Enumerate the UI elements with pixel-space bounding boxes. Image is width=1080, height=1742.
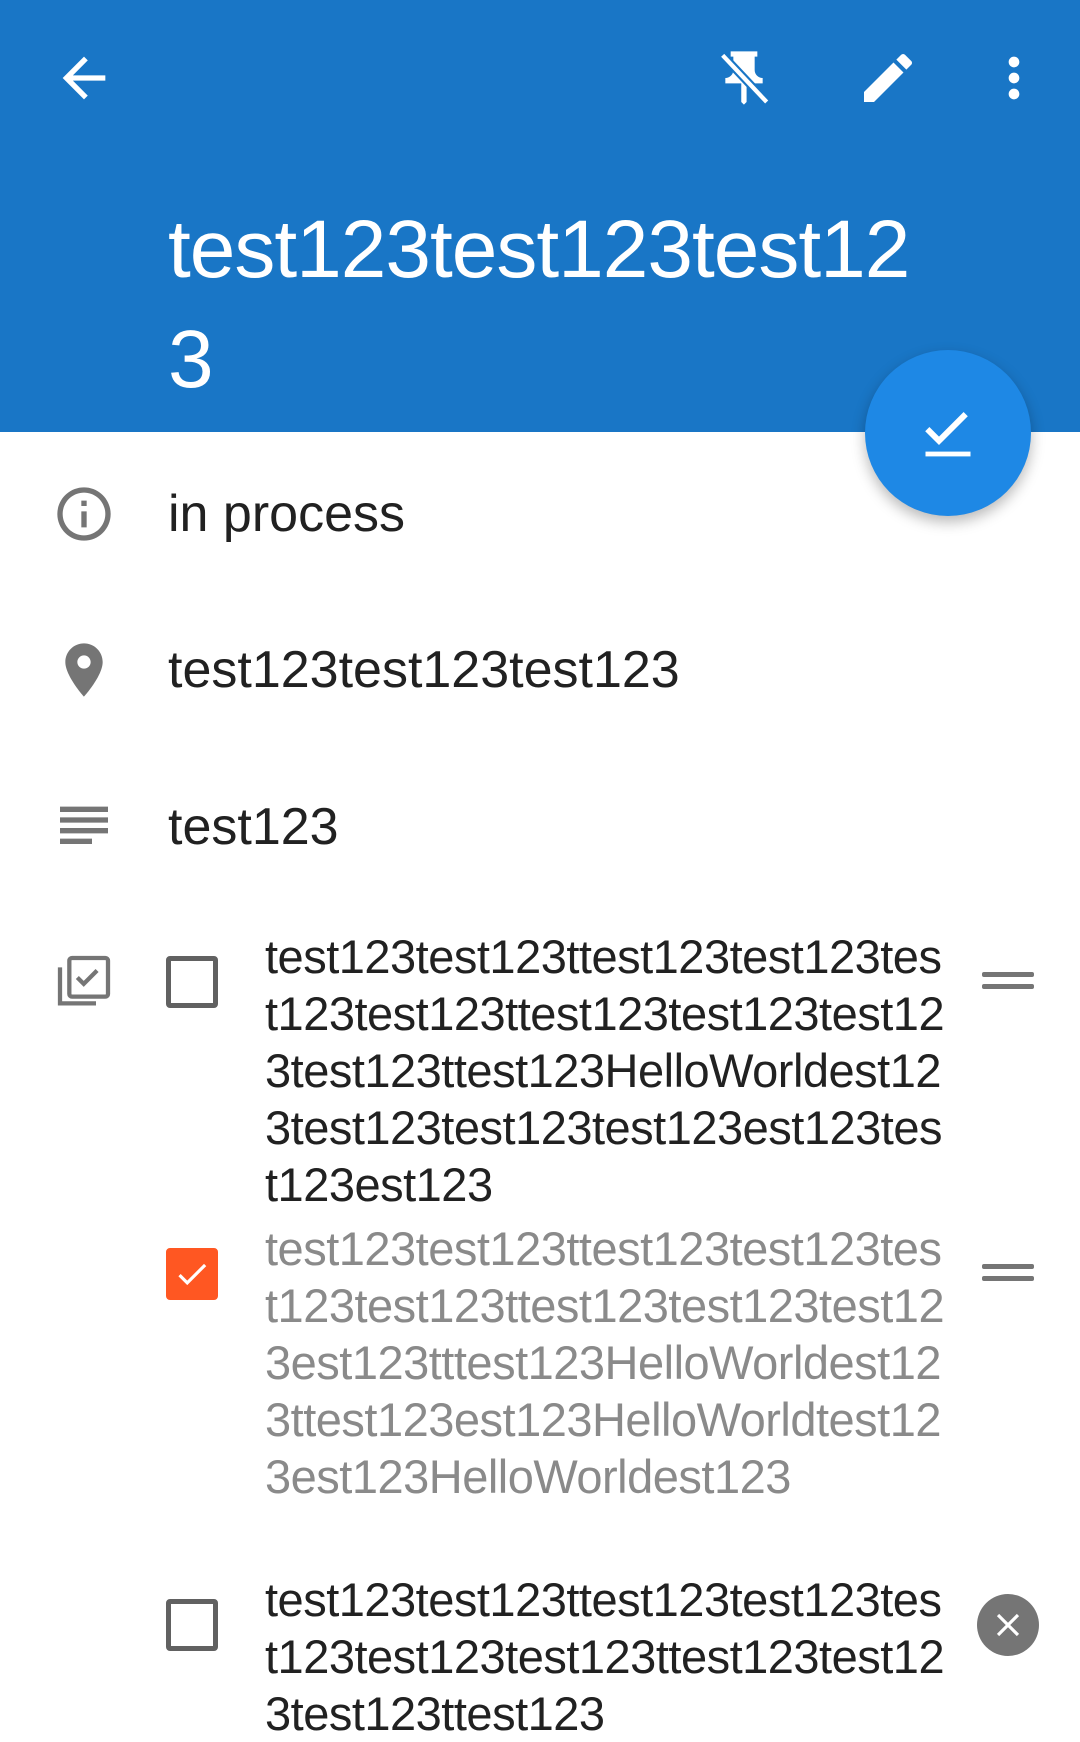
edit-pencil-icon[interactable] <box>840 30 936 126</box>
checklist-item-text[interactable]: test123test123ttest123test123test123test… <box>265 928 945 1213</box>
description-text: test123 <box>168 798 339 856</box>
notes-lines-icon <box>48 792 120 864</box>
checklist-item-checkbox-checked[interactable] <box>166 1248 218 1300</box>
unpin-icon[interactable] <box>696 30 792 126</box>
checklist-icon <box>48 946 120 1018</box>
more-vert-icon[interactable] <box>966 30 1062 126</box>
checklist-item-checkbox[interactable] <box>166 956 218 1008</box>
checkmark-icon <box>178 1263 207 1286</box>
status-text: in process <box>168 485 405 543</box>
checklist-item-text-done[interactable]: test123test123ttest123test123test123test… <box>265 1220 945 1505</box>
back-arrow-icon[interactable] <box>36 30 132 126</box>
page-title: test123test123test123 <box>168 204 910 405</box>
checklist-item-text[interactable]: test123test123ttest123test123test123test… <box>265 1571 945 1742</box>
info-icon <box>48 478 120 550</box>
location-text: test123test123test123 <box>168 641 680 699</box>
check-icon <box>925 412 971 457</box>
remove-item-icon[interactable] <box>977 1594 1039 1656</box>
complete-task-fab[interactable] <box>865 350 1031 516</box>
drag-handle-icon[interactable] <box>982 1262 1034 1286</box>
drag-handle-icon[interactable] <box>982 970 1034 994</box>
location-pin-icon <box>48 634 120 706</box>
checklist-item-checkbox[interactable] <box>166 1599 218 1651</box>
